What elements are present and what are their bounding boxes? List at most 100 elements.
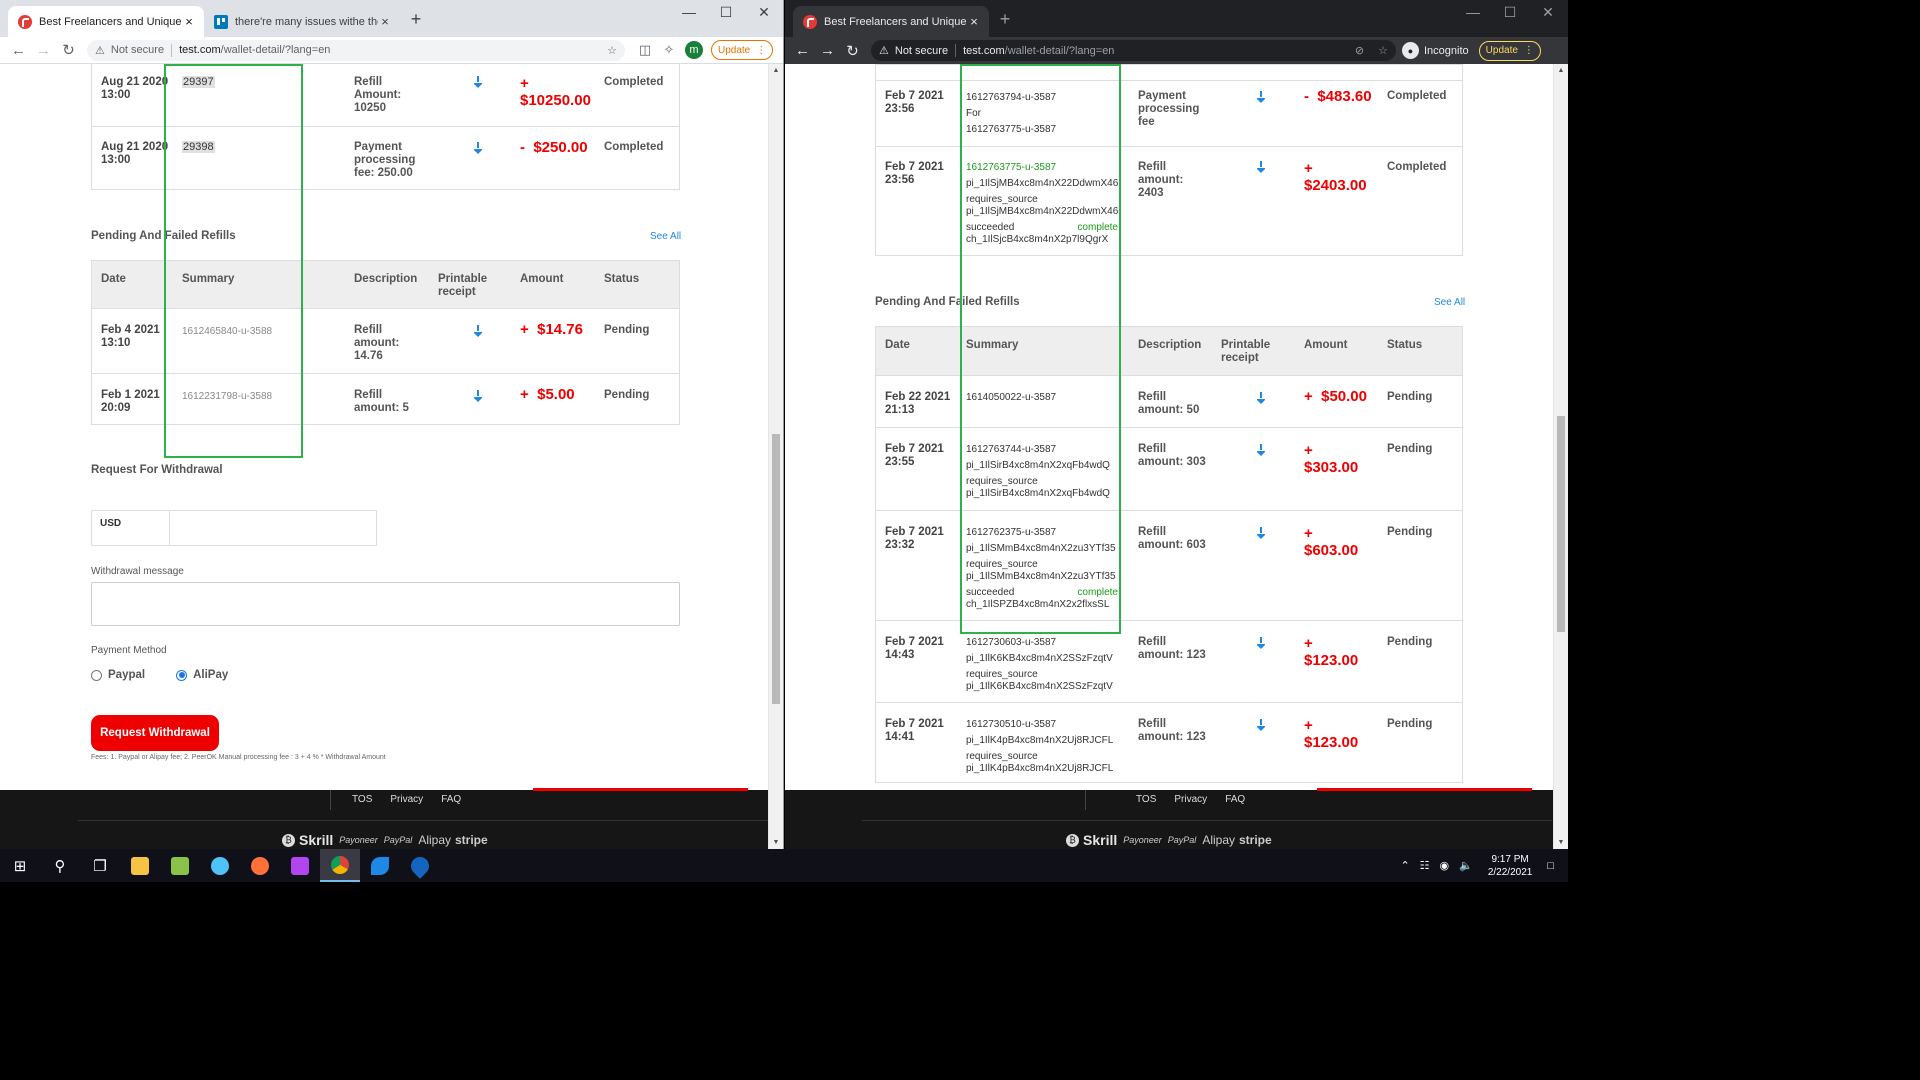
withdrawal-amount-input[interactable] [171, 511, 376, 545]
minimize-button[interactable]: — [1458, 4, 1488, 20]
download-receipt-icon[interactable] [473, 325, 483, 337]
url-host: test.com [179, 44, 221, 56]
window-close-button[interactable]: ✕ [749, 4, 779, 21]
chevron-up-icon[interactable]: ⌃ [1400, 859, 1409, 872]
right-scrollbar[interactable]: ▲ ▼ [1553, 64, 1568, 849]
right-tab-active[interactable]: Best Freelancers and Unique Con × [793, 6, 989, 37]
reload-icon[interactable]: ↻ [840, 42, 865, 60]
alipay-radio[interactable] [176, 669, 188, 681]
table-row: Feb 7 2021 14:41 1612730510-u-3587 pi_1I… [876, 702, 1462, 784]
security-label: Not secure [894, 44, 949, 57]
back-arrow-icon[interactable]: ← [790, 42, 815, 59]
download-receipt-icon[interactable] [1256, 392, 1266, 404]
new-tab-button[interactable]: + [994, 9, 1016, 30]
left-tab-active[interactable]: Best Freelancers and Unique Con × [8, 6, 204, 37]
paypal-radio[interactable] [91, 669, 102, 681]
footer-link-faq[interactable]: FAQ [1225, 794, 1245, 805]
request-withdrawal-button[interactable]: Request Withdrawal [91, 715, 219, 751]
download-receipt-icon[interactable] [1256, 91, 1266, 103]
start-windows-icon[interactable]: ⊞ [0, 849, 40, 882]
scroll-up-arrow-icon[interactable]: ▲ [769, 67, 783, 74]
clock[interactable]: 9:17 PM 2/22/2021 [1488, 853, 1533, 879]
window-close-button[interactable]: ✕ [1533, 4, 1563, 21]
reading-list-icon[interactable]: ◫ [633, 42, 657, 58]
maximize-button[interactable]: ☐ [1495, 4, 1525, 21]
amount-sign: + [520, 386, 529, 403]
forward-arrow-icon[interactable]: → [815, 42, 840, 59]
new-tab-button[interactable]: + [405, 9, 427, 30]
url-path: /wallet-detail/?lang=en [1004, 44, 1115, 57]
back-arrow-icon[interactable]: ← [6, 42, 31, 59]
amount-cell: + $10250.00 [520, 75, 591, 109]
maps-pin-icon[interactable] [400, 849, 440, 882]
see-all-link[interactable]: See All [650, 231, 681, 242]
address-bar[interactable]: ⚠ Not secure test.com /wallet-detail/?la… [871, 40, 1396, 61]
payment-logos: ₿ Skrill Payoneer PayPal Alipay stripe [282, 832, 488, 848]
update-button[interactable]: Update ⋮ [1478, 40, 1541, 61]
amount-value: $303.00 [1304, 459, 1359, 476]
right-tab-strip: Best Freelancers and Unique Con × + — ☐ … [785, 0, 1568, 37]
incognito-indicator[interactable]: ● Incognito [1402, 42, 1469, 59]
reload-icon[interactable]: ↻ [56, 41, 81, 59]
footer-link-privacy[interactable]: Privacy [390, 794, 423, 805]
footer-link-faq[interactable]: FAQ [441, 794, 461, 805]
bookmark-star-icon[interactable]: ☆ [1378, 44, 1388, 57]
notifications-icon[interactable]: □ [1547, 860, 1554, 872]
status-cell: Pending [1387, 526, 1433, 538]
highlight-annotation-box [960, 64, 1121, 634]
scrollbar-thumb[interactable] [1557, 416, 1565, 632]
update-button[interactable]: Update ⋮ [711, 40, 774, 60]
file-explorer-icon[interactable] [120, 849, 160, 882]
download-receipt-icon[interactable] [1256, 161, 1266, 173]
network-icon[interactable]: ☷ [1420, 859, 1430, 872]
footer-link-tos[interactable]: TOS [1136, 794, 1156, 805]
date-cell: Feb 7 2021 23:56 [885, 90, 944, 115]
footer-link-privacy[interactable]: Privacy [1174, 794, 1207, 805]
left-tab-trello[interactable]: there're many issues withe the W × [204, 6, 400, 37]
amount-value: $250.00 [533, 139, 588, 156]
firefox-icon[interactable] [240, 849, 280, 882]
close-tab-icon[interactable]: × [378, 14, 392, 29]
maximize-button[interactable]: ☐ [711, 4, 741, 21]
description-cell: Refill amount: 5 [354, 389, 409, 414]
download-receipt-icon[interactable] [1256, 527, 1266, 539]
description-cell: Refill amount: 50 [1138, 391, 1200, 416]
download-receipt-icon[interactable] [1256, 637, 1266, 649]
scroll-down-arrow-icon[interactable]: ▼ [769, 839, 783, 846]
minimize-button[interactable]: — [674, 4, 704, 20]
third-party-cookies-blocked-icon[interactable]: ⊘ [1355, 44, 1364, 57]
download-receipt-icon[interactable] [473, 390, 483, 402]
see-all-link[interactable]: See All [1434, 297, 1465, 308]
payment-method-radios: Paypal AliPay [91, 669, 228, 681]
forward-arrow-icon[interactable]: → [31, 42, 56, 59]
download-receipt-icon[interactable] [1256, 444, 1266, 456]
amount-cell: + $303.00 [1304, 442, 1358, 476]
close-tab-icon[interactable]: × [967, 14, 981, 29]
search-icon[interactable]: ⚲ [40, 849, 80, 882]
phpstorm-icon[interactable] [280, 849, 320, 882]
paint-icon[interactable] [200, 849, 240, 882]
extensions-puzzle-icon[interactable]: ✧ [657, 42, 681, 58]
scroll-up-arrow-icon[interactable]: ▲ [1554, 67, 1568, 74]
notepad-plus-icon[interactable] [160, 849, 200, 882]
download-receipt-icon[interactable] [473, 76, 483, 88]
left-scrollbar[interactable]: ▲ ▼ [768, 64, 783, 849]
volume-icon[interactable]: 🔈 [1459, 859, 1473, 872]
bookmark-star-icon[interactable]: ☆ [607, 44, 617, 57]
download-receipt-icon[interactable] [1256, 719, 1266, 731]
scroll-down-arrow-icon[interactable]: ▼ [1554, 839, 1568, 846]
chrome-icon[interactable] [320, 849, 360, 882]
kebab-menu-icon: ⋮ [1523, 45, 1534, 56]
security-label: Not secure [110, 44, 165, 56]
task-view-icon[interactable]: ❐ [80, 849, 120, 882]
scrollbar-thumb[interactable] [772, 434, 780, 704]
download-receipt-icon[interactable] [473, 142, 483, 154]
address-bar[interactable]: ⚠ Not secure test.com /wallet-detail/?la… [87, 39, 625, 61]
withdrawal-message-textarea[interactable] [91, 582, 680, 626]
remote-tool-icon[interactable] [360, 849, 400, 882]
description-cell: Refill amount: 123 [1138, 636, 1206, 661]
profile-avatar[interactable]: m [685, 41, 703, 59]
close-tab-icon[interactable]: × [182, 14, 196, 29]
wifi-icon[interactable]: ◉ [1440, 859, 1450, 872]
footer-link-tos[interactable]: TOS [352, 794, 372, 805]
